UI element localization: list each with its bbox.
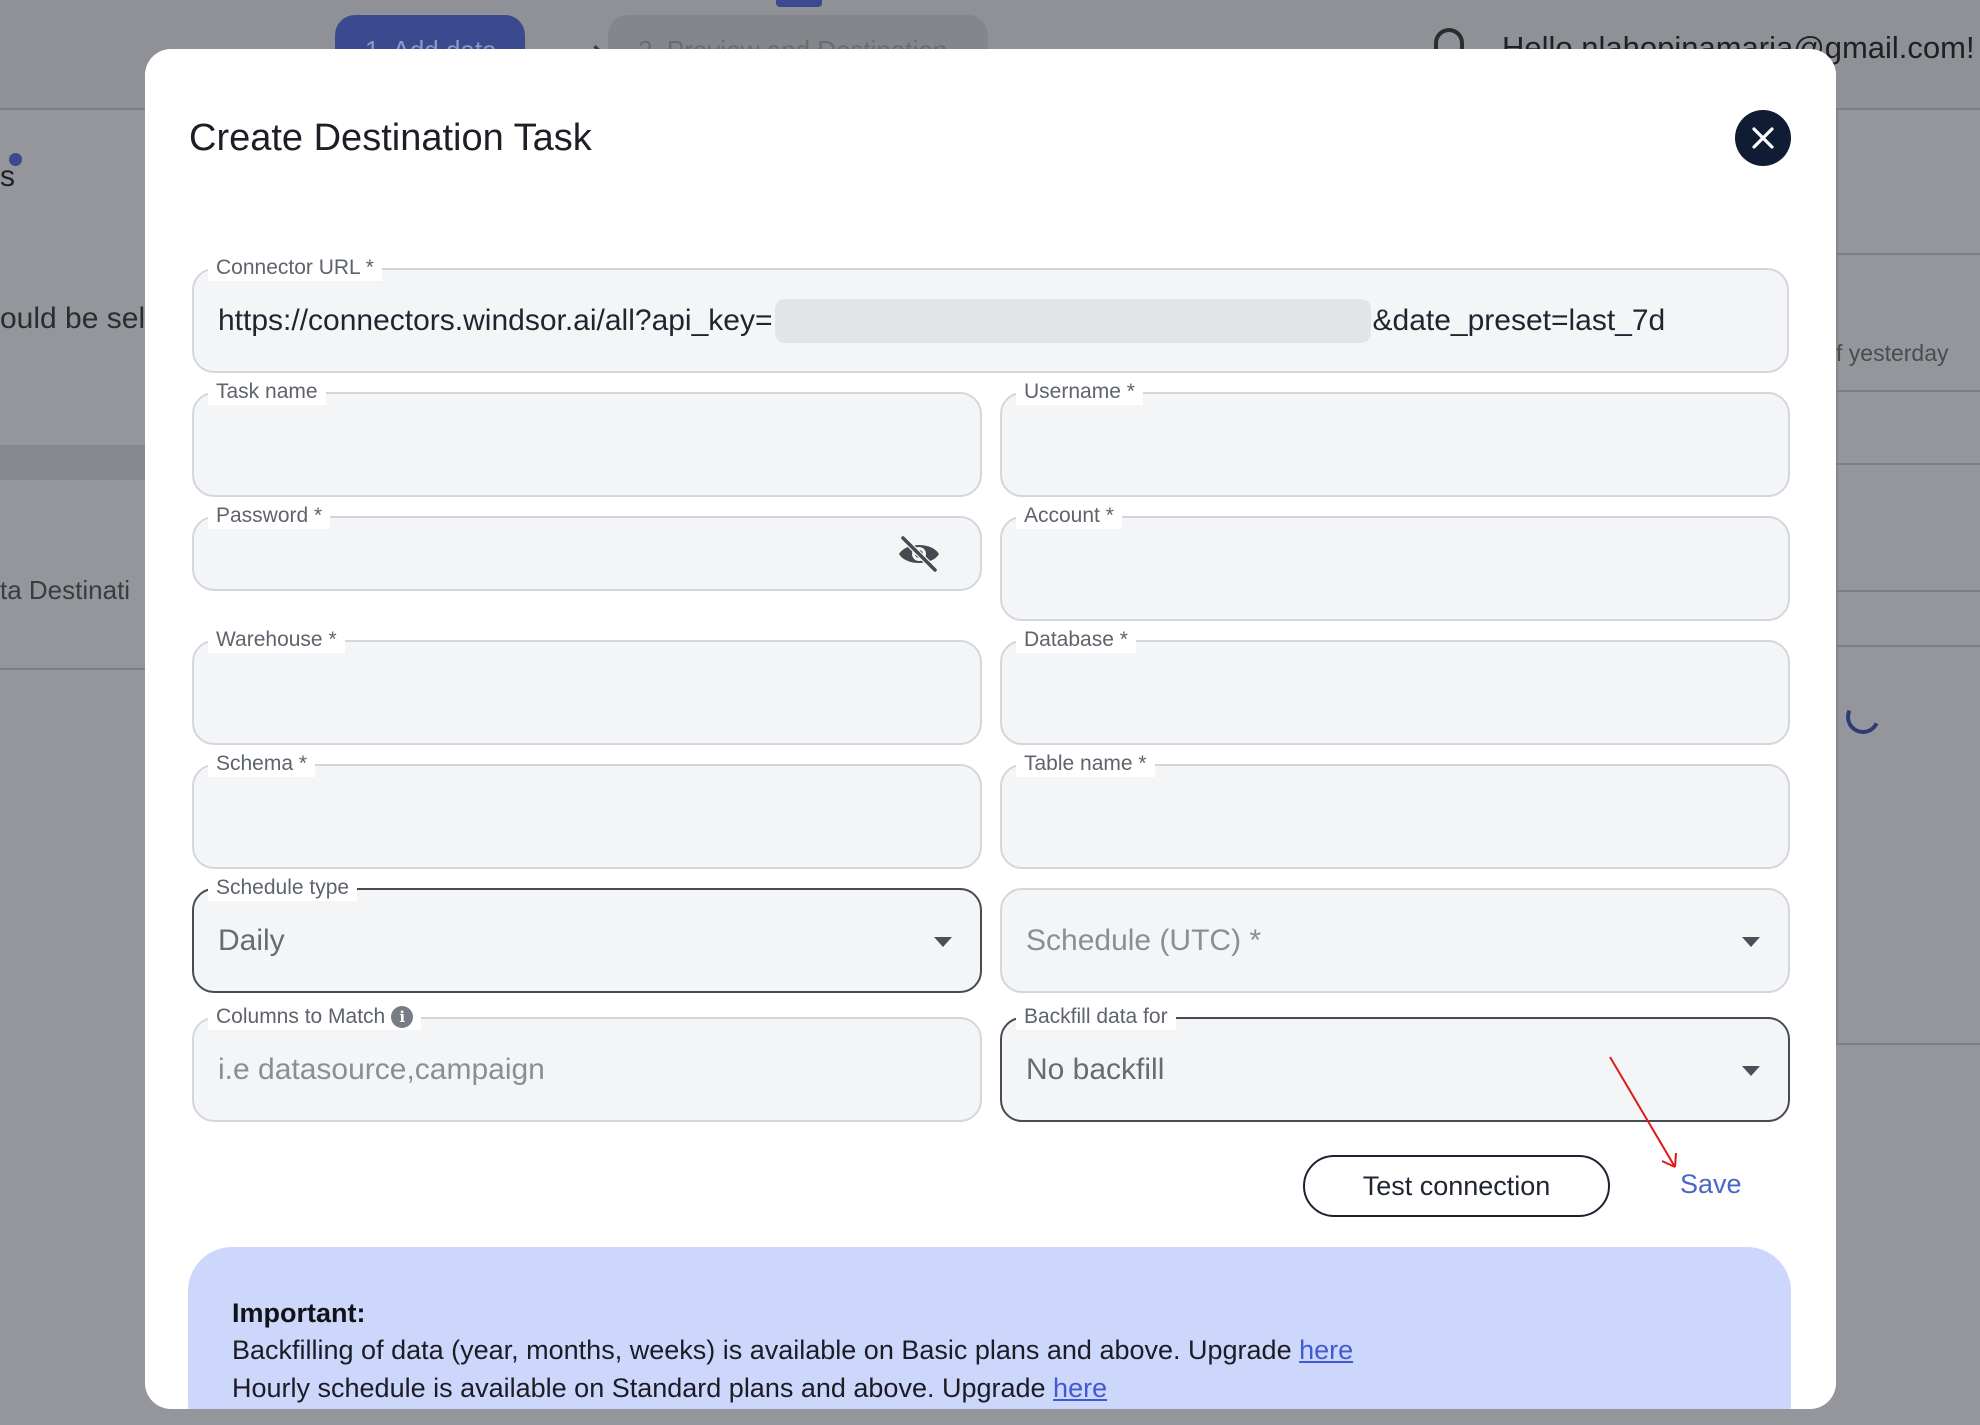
notice-hourly-text: Hourly schedule is available on Standard… bbox=[232, 1373, 1054, 1403]
background-divider bbox=[1836, 253, 1980, 255]
schedule-type-value: Daily bbox=[218, 923, 285, 957]
connector-url-field[interactable]: Connector URL * https://connectors.winds… bbox=[192, 255, 1789, 373]
background-right-text: f yesterday bbox=[1836, 340, 1949, 366]
table-name-field[interactable]: Table name * bbox=[1000, 751, 1790, 869]
notice-title: Important: bbox=[232, 1298, 366, 1328]
username-label: Username * bbox=[1016, 379, 1143, 405]
notice-backfill-line: Backfilling of data (year, months, weeks… bbox=[232, 1331, 1747, 1369]
background-divider bbox=[1836, 1043, 1980, 1045]
warehouse-label: Warehouse * bbox=[208, 627, 345, 653]
password-field[interactable]: Password * bbox=[192, 503, 982, 591]
create-destination-task-modal: Create Destination Task Connector URL * … bbox=[145, 49, 1836, 1409]
background-divider bbox=[1836, 463, 1980, 465]
account-label: Account * bbox=[1016, 503, 1122, 529]
save-button[interactable]: Save bbox=[1680, 1169, 1742, 1200]
table-name-label: Table name * bbox=[1016, 751, 1155, 777]
database-label: Database * bbox=[1016, 627, 1136, 653]
database-field[interactable]: Database * bbox=[1000, 627, 1790, 745]
task-name-label: Task name bbox=[208, 379, 326, 405]
close-icon bbox=[1752, 127, 1774, 149]
task-name-field[interactable]: Task name bbox=[192, 379, 982, 497]
notice-backfill-text: Backfilling of data (year, months, weeks… bbox=[232, 1335, 1300, 1365]
redacted-api-key bbox=[774, 298, 1371, 343]
chevron-down-icon bbox=[934, 936, 952, 947]
schedule-type-select[interactable]: Schedule type Daily bbox=[192, 875, 982, 993]
connector-url-value: https://connectors.windsor.ai/all?api_ke… bbox=[218, 270, 1665, 371]
important-notice: Important: Backfilling of data (year, mo… bbox=[188, 1247, 1791, 1409]
schedule-utc-select[interactable]: Schedule (UTC) * bbox=[1000, 888, 1790, 993]
columns-to-match-field[interactable]: Columns to Match i i.e datasource,campai… bbox=[192, 1004, 982, 1122]
schema-field[interactable]: Schema * bbox=[192, 751, 982, 869]
username-field[interactable]: Username * bbox=[1000, 379, 1790, 497]
background-left-heading: s bbox=[0, 160, 15, 193]
schedule-utc-placeholder: Schedule (UTC) * bbox=[1026, 923, 1262, 957]
upgrade-link-backfill[interactable]: here bbox=[1299, 1335, 1353, 1365]
account-field[interactable]: Account * bbox=[1000, 503, 1790, 621]
eye-off-icon bbox=[899, 535, 939, 573]
chevron-down-icon bbox=[1742, 936, 1760, 947]
upgrade-link-hourly[interactable]: here bbox=[1053, 1373, 1107, 1403]
background-divider bbox=[0, 668, 145, 670]
warehouse-field[interactable]: Warehouse * bbox=[192, 627, 982, 745]
background-divider bbox=[1836, 590, 1980, 592]
password-label: Password * bbox=[208, 503, 331, 529]
modal-title: Create Destination Task bbox=[189, 117, 592, 159]
background-tab-indicator bbox=[776, 0, 822, 7]
background-left-text-destination: ta Destinati bbox=[0, 575, 131, 605]
background-divider bbox=[1836, 390, 1980, 392]
background-divider bbox=[1836, 645, 1980, 647]
test-connection-button[interactable]: Test connection bbox=[1303, 1155, 1610, 1217]
background-right-panel bbox=[1836, 110, 1980, 1045]
close-button[interactable] bbox=[1735, 110, 1791, 166]
toggle-password-visibility-button[interactable] bbox=[896, 534, 942, 574]
connector-url-suffix: &date_preset=last_7d bbox=[1372, 303, 1666, 337]
background-left-band bbox=[0, 445, 145, 480]
chevron-down-icon bbox=[1742, 1065, 1760, 1076]
background-left-text: ould be sel bbox=[0, 302, 146, 335]
connector-url-prefix: https://connectors.windsor.ai/all?api_ke… bbox=[218, 303, 773, 337]
backfill-value: No backfill bbox=[1026, 1052, 1165, 1086]
schema-label: Schema * bbox=[208, 751, 316, 777]
notice-hourly-line: Hourly schedule is available on Standard… bbox=[232, 1369, 1747, 1407]
columns-to-match-placeholder: i.e datasource,campaign bbox=[218, 1052, 545, 1086]
